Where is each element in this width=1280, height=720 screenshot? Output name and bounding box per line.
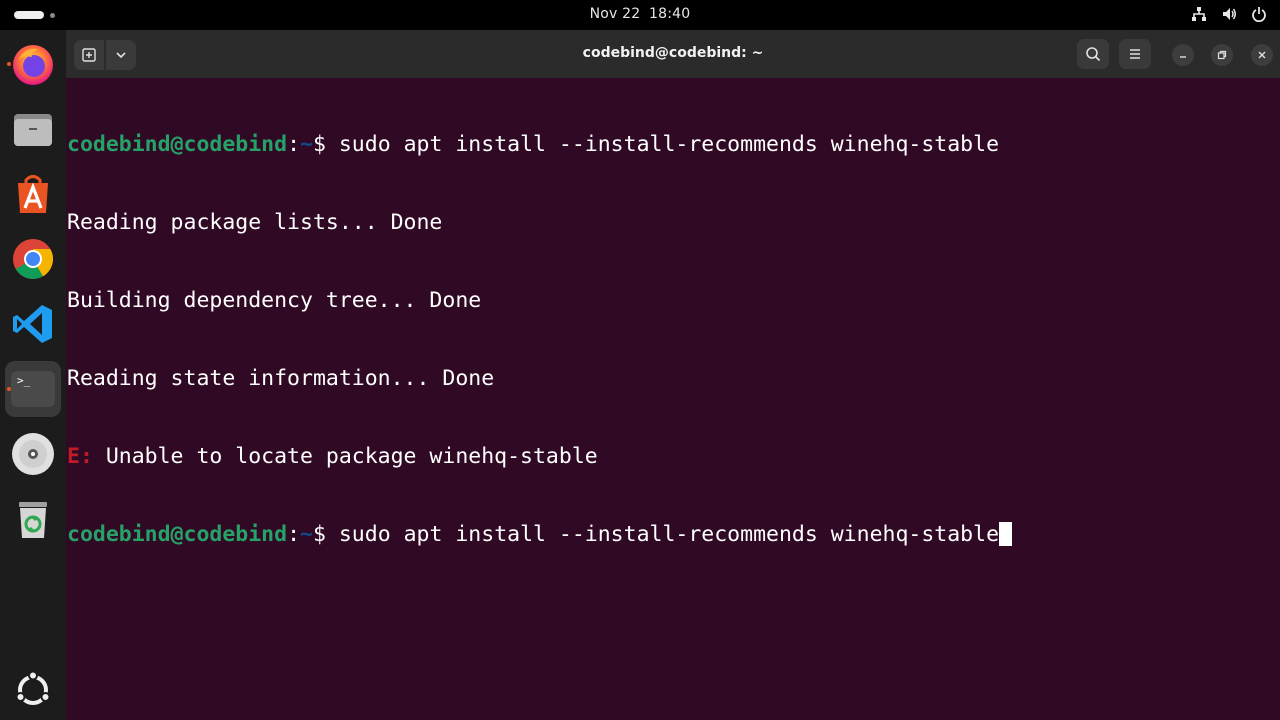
terminal-output[interactable]: codebind@codebind:~$ sudo apt install --… [67,80,1280,600]
power-icon [1250,5,1268,23]
prompt-path: ~ [300,132,313,157]
prompt-symbol: $ [312,132,339,157]
output-text: Reading package lists... Done [67,210,443,235]
ubuntu-logo-icon [15,670,51,705]
prompt-separator: : [287,132,301,157]
vscode-icon [13,305,52,343]
running-indicator [7,62,11,66]
disc-icon [12,433,54,475]
trash-icon [19,502,47,538]
terminal-window: codebind@codebind: ~ codebind@codebind:~… [66,30,1280,720]
close-icon [1258,51,1266,59]
clock[interactable]: Nov 22 18:40 [0,6,1280,22]
menu-button[interactable] [1119,39,1151,69]
clock-time: 18:40 [649,6,691,22]
error-prefix: E: [67,444,93,469]
command-text: sudo apt install --install-recommends wi… [338,132,1000,157]
terminal-line: E: Unable to locate package winehq-stabl… [67,444,1280,470]
dock-files[interactable] [5,101,61,157]
dock-show-apps[interactable] [5,662,61,718]
dock-app-center[interactable] [5,166,61,222]
dock-chrome[interactable] [5,231,61,287]
terminal-line: Reading state information... Done [67,366,1280,392]
terminal-line: codebind@codebind:~$ sudo apt install --… [67,132,1280,158]
output-text: Reading state information... Done [67,366,495,391]
clock-date: Nov 22 [589,6,641,22]
hamburger-menu-icon [1130,49,1140,59]
close-button[interactable] [1251,44,1273,66]
search-icon [1086,47,1101,62]
dock-vscode[interactable] [5,296,61,352]
output-text: Building dependency tree... Done [67,288,482,313]
dock-trash[interactable] [5,491,61,547]
maximize-button[interactable] [1211,44,1233,66]
firefox-icon [13,45,53,85]
minimize-icon [1180,56,1186,58]
terminal-line: Building dependency tree... Done [67,288,1280,314]
command-input[interactable]: sudo apt install --install-recommends wi… [339,522,999,547]
volume-icon [1220,5,1238,23]
prompt-user: codebind@codebind [67,522,288,547]
system-tray[interactable] [1190,5,1268,23]
text-cursor [999,522,1013,546]
minimize-button[interactable] [1172,44,1194,66]
restore-icon [1217,50,1227,60]
prompt-user: codebind@codebind [67,132,288,157]
prompt-symbol: $ [312,522,339,547]
dock-disc[interactable] [5,426,61,482]
network-icon [1190,5,1208,23]
error-text: Unable to locate package winehq-stable [92,444,598,469]
terminal-line: Reading package lists... Done [67,210,1280,236]
app-center-icon [18,175,48,213]
header-bar: codebind@codebind: ~ [66,30,1280,78]
prompt-separator: : [287,522,301,547]
dock: >_ [0,30,66,720]
dock-firefox[interactable] [5,36,61,92]
search-button[interactable] [1077,39,1109,69]
top-bar: Nov 22 18:40 [0,0,1280,30]
folder-icon [14,114,52,146]
terminal-line-current: codebind@codebind:~$ sudo apt install --… [67,522,1280,548]
chrome-icon [13,239,53,279]
prompt-path: ~ [300,522,313,547]
terminal-icon: >_ [11,371,55,407]
dock-terminal[interactable]: >_ [5,361,61,417]
scrollbar[interactable] [1272,86,1276,716]
desktop: Nov 22 18:40 >_ codebind@codebind: ~ cod… [0,0,1280,720]
